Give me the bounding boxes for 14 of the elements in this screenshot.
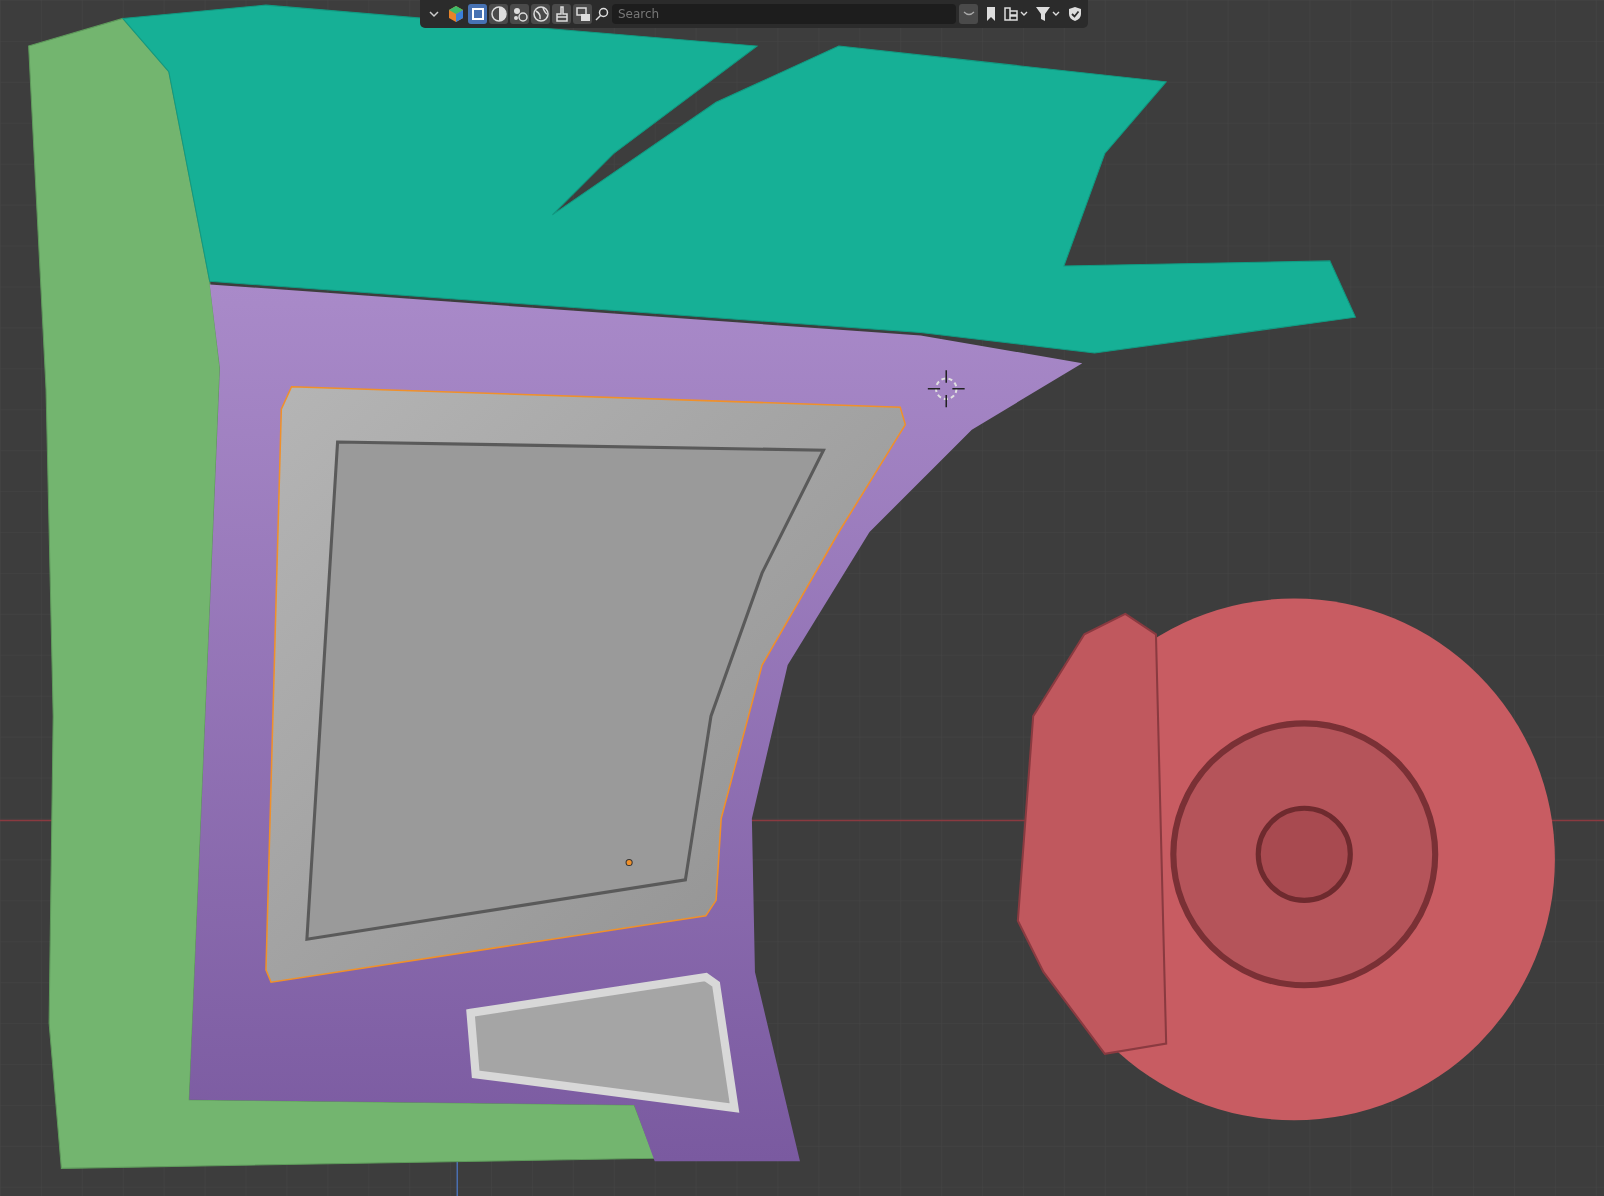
filter-dropdown-icon[interactable] <box>1034 4 1062 24</box>
paint-filter-icon[interactable] <box>552 4 571 24</box>
shading-filter-icon[interactable] <box>489 4 508 24</box>
hexagon-icon[interactable] <box>446 4 465 24</box>
world-filter-icon[interactable] <box>531 4 550 24</box>
origin-dot <box>625 858 633 867</box>
selectable-filter-icon[interactable] <box>468 4 487 24</box>
collapse-icon[interactable] <box>959 4 978 24</box>
search-icon <box>595 7 609 21</box>
copy-filter-icon[interactable] <box>573 4 592 24</box>
search-field[interactable]: Search <box>612 4 956 24</box>
3d-cursor-icon <box>927 369 966 408</box>
y-axis-line <box>456 1160 459 1196</box>
particles-filter-icon[interactable] <box>510 4 529 24</box>
